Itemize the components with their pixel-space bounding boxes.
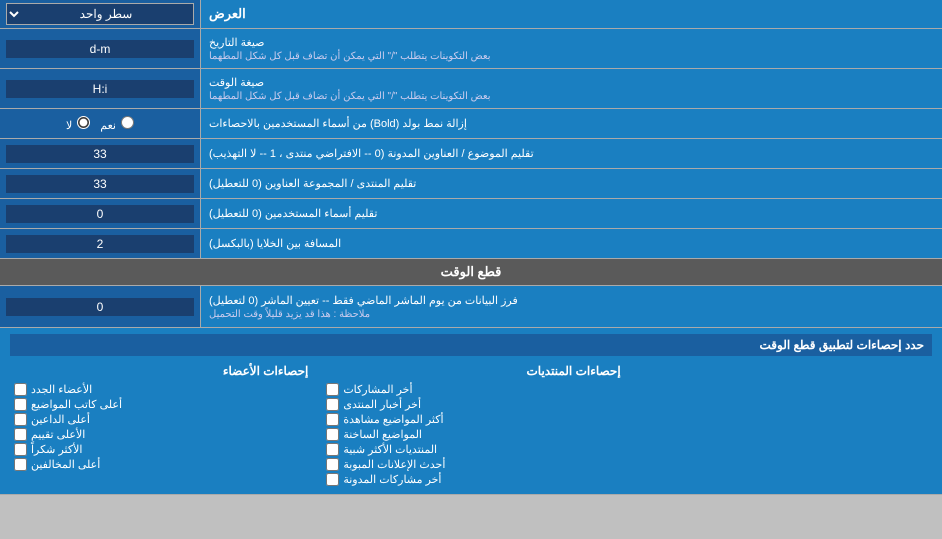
- forum-stat-item-3: المواضيع الساخنة: [326, 428, 620, 441]
- forum-stat-checkbox-2[interactable]: [326, 413, 339, 426]
- bold-remove-radio-container: نعم لا: [0, 109, 200, 138]
- bold-no-label: لا: [66, 116, 90, 132]
- cell-gap-input-container: [0, 229, 200, 258]
- forum-stat-checkbox-5[interactable]: [326, 458, 339, 471]
- time-format-input[interactable]: [6, 80, 194, 98]
- cutoff-row: فرز البيانات من يوم الماشر الماضي فقط --…: [0, 286, 942, 328]
- forum-stat-checkbox-0[interactable]: [326, 383, 339, 396]
- member-stat-checkbox-4[interactable]: [14, 443, 27, 456]
- forum-title-input[interactable]: [6, 175, 194, 193]
- forum-stat-checkbox-1[interactable]: [326, 398, 339, 411]
- forum-stat-checkbox-3[interactable]: [326, 428, 339, 441]
- member-stat-item-5: أعلى المخالفين: [14, 458, 308, 471]
- forum-stats-header: إحصاءات المنتديات: [326, 364, 620, 378]
- cutoff-label: فرز البيانات من يوم الماشر الماضي فقط --…: [200, 286, 942, 327]
- cell-gap-row: المسافة بين الخلايا (بالبكسل): [0, 229, 942, 259]
- member-stat-checkbox-5[interactable]: [14, 458, 27, 471]
- username-trim-label: تقليم أسماء المستخدمين (0 للتعطيل): [200, 199, 942, 228]
- member-stat-item-1: أعلى كاتب المواضيع: [14, 398, 308, 411]
- member-stat-checkbox-0[interactable]: [14, 383, 27, 396]
- bold-yes-radio[interactable]: [121, 116, 134, 129]
- topic-title-input-container: [0, 139, 200, 168]
- member-stat-checkbox-1[interactable]: [14, 398, 27, 411]
- forum-stat-item-0: أخر المشاركات: [326, 383, 620, 396]
- bold-yes-label: نعم: [100, 116, 134, 132]
- forum-stat-item-4: المنتديات الأكثر شبية: [326, 443, 620, 456]
- time-format-input-container: [0, 69, 200, 108]
- member-stat-item-2: أعلى الداعين: [14, 413, 308, 426]
- date-format-input[interactable]: [6, 40, 194, 58]
- date-format-label: صيغة التاريخ بعض التكوينات يتطلب "/" الت…: [200, 29, 942, 68]
- username-trim-input[interactable]: [6, 205, 194, 223]
- cell-gap-input[interactable]: [6, 235, 194, 253]
- date-format-row: صيغة التاريخ بعض التكوينات يتطلب "/" الت…: [0, 29, 942, 69]
- date-format-input-container: [0, 29, 200, 68]
- forum-stat-item-1: أخر أخبار المنتدى: [326, 398, 620, 411]
- forum-stats-col: إحصاءات المنتديات أخر المشاركات أخر أخبا…: [322, 362, 624, 488]
- display-label: العرض: [200, 0, 942, 28]
- member-stat-checkbox-2[interactable]: [14, 413, 27, 426]
- topic-title-row: تقليم الموضوع / العناوين المدونة (0 -- ا…: [0, 139, 942, 169]
- topic-title-input[interactable]: [6, 145, 194, 163]
- forum-title-label: تقليم المنتدى / المجموعة العناوين (0 للت…: [200, 169, 942, 198]
- forum-stat-checkbox-6[interactable]: [326, 473, 339, 486]
- stats-section-label: حدد إحصاءات لتطبيق قطع الوقت: [10, 334, 932, 356]
- forum-stat-item-6: أخر مشاركات المدونة: [326, 473, 620, 486]
- bold-no-radio[interactable]: [77, 116, 90, 129]
- display-dropdown[interactable]: سطر واحد سطرين ثلاثة أسطر: [6, 3, 194, 25]
- forum-stat-item-2: أكثر المواضيع مشاهدة: [326, 413, 620, 426]
- bold-remove-label: إزالة نمط بولد (Bold) من أسماء المستخدمي…: [200, 109, 942, 138]
- member-stat-item-3: الأعلى تقييم: [14, 428, 308, 441]
- forum-title-input-container: [0, 169, 200, 198]
- forum-stat-checkbox-4[interactable]: [326, 443, 339, 456]
- stats-area: حدد إحصاءات لتطبيق قطع الوقت إحصاءات الم…: [0, 328, 942, 495]
- username-trim-input-container: [0, 199, 200, 228]
- cutoff-section-header: قطع الوقت: [0, 259, 942, 286]
- cutoff-input-container: [0, 286, 200, 327]
- username-trim-row: تقليم أسماء المستخدمين (0 للتعطيل): [0, 199, 942, 229]
- member-stat-item-0: الأعضاء الجدد: [14, 383, 308, 396]
- member-stats-col: إحصاءات الأعضاء الأعضاء الجدد أعلى كاتب …: [10, 362, 312, 488]
- member-stat-item-4: الأكثر شكراً: [14, 443, 308, 456]
- forum-stat-item-5: أحدث الإعلانات المبوبة: [326, 458, 620, 471]
- member-stat-checkbox-3[interactable]: [14, 428, 27, 441]
- time-format-row: صيغة الوقت بعض التكوينات يتطلب "/" التي …: [0, 69, 942, 109]
- bold-remove-row: إزالة نمط بولد (Bold) من أسماء المستخدمي…: [0, 109, 942, 139]
- member-stats-header: إحصاءات الأعضاء: [14, 364, 308, 378]
- cutoff-input[interactable]: [6, 298, 194, 316]
- time-format-label: صيغة الوقت بعض التكوينات يتطلب "/" التي …: [200, 69, 942, 108]
- forum-title-row: تقليم المنتدى / المجموعة العناوين (0 للت…: [0, 169, 942, 199]
- topic-title-label: تقليم الموضوع / العناوين المدونة (0 -- ا…: [200, 139, 942, 168]
- cell-gap-label: المسافة بين الخلايا (بالبكسل): [200, 229, 942, 258]
